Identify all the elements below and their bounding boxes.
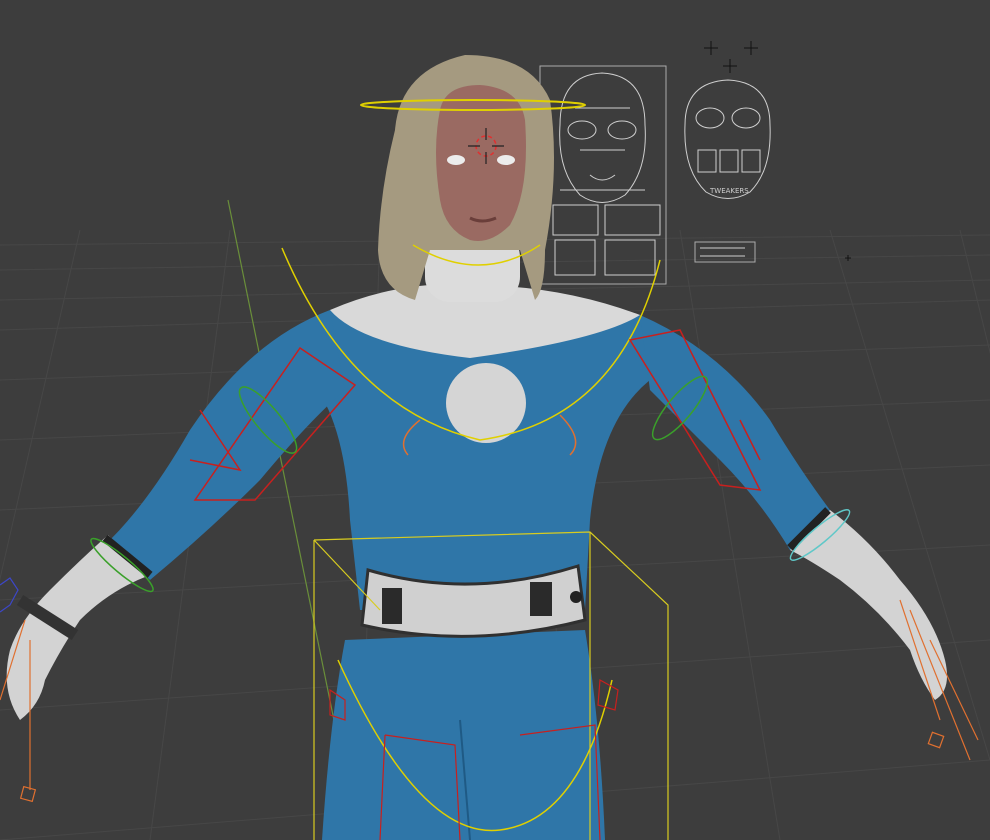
left-arm xyxy=(110,310,345,580)
viewport-canvas[interactable]: TWEAKERS xyxy=(0,0,990,840)
legs xyxy=(322,630,605,840)
face-picker-panel[interactable] xyxy=(539,65,667,285)
move-cross-icon xyxy=(704,41,851,261)
left-glove xyxy=(6,535,150,720)
tweakers-picker[interactable] xyxy=(684,79,771,263)
character-mesh xyxy=(6,55,948,840)
3d-viewport[interactable]: TWEAKERS xyxy=(0,0,990,840)
blue-hand-gizmo[interactable] xyxy=(0,577,19,613)
right-arm xyxy=(640,315,830,550)
tweakers-label: TWEAKERS xyxy=(709,187,749,195)
chest-emblem xyxy=(446,363,526,443)
